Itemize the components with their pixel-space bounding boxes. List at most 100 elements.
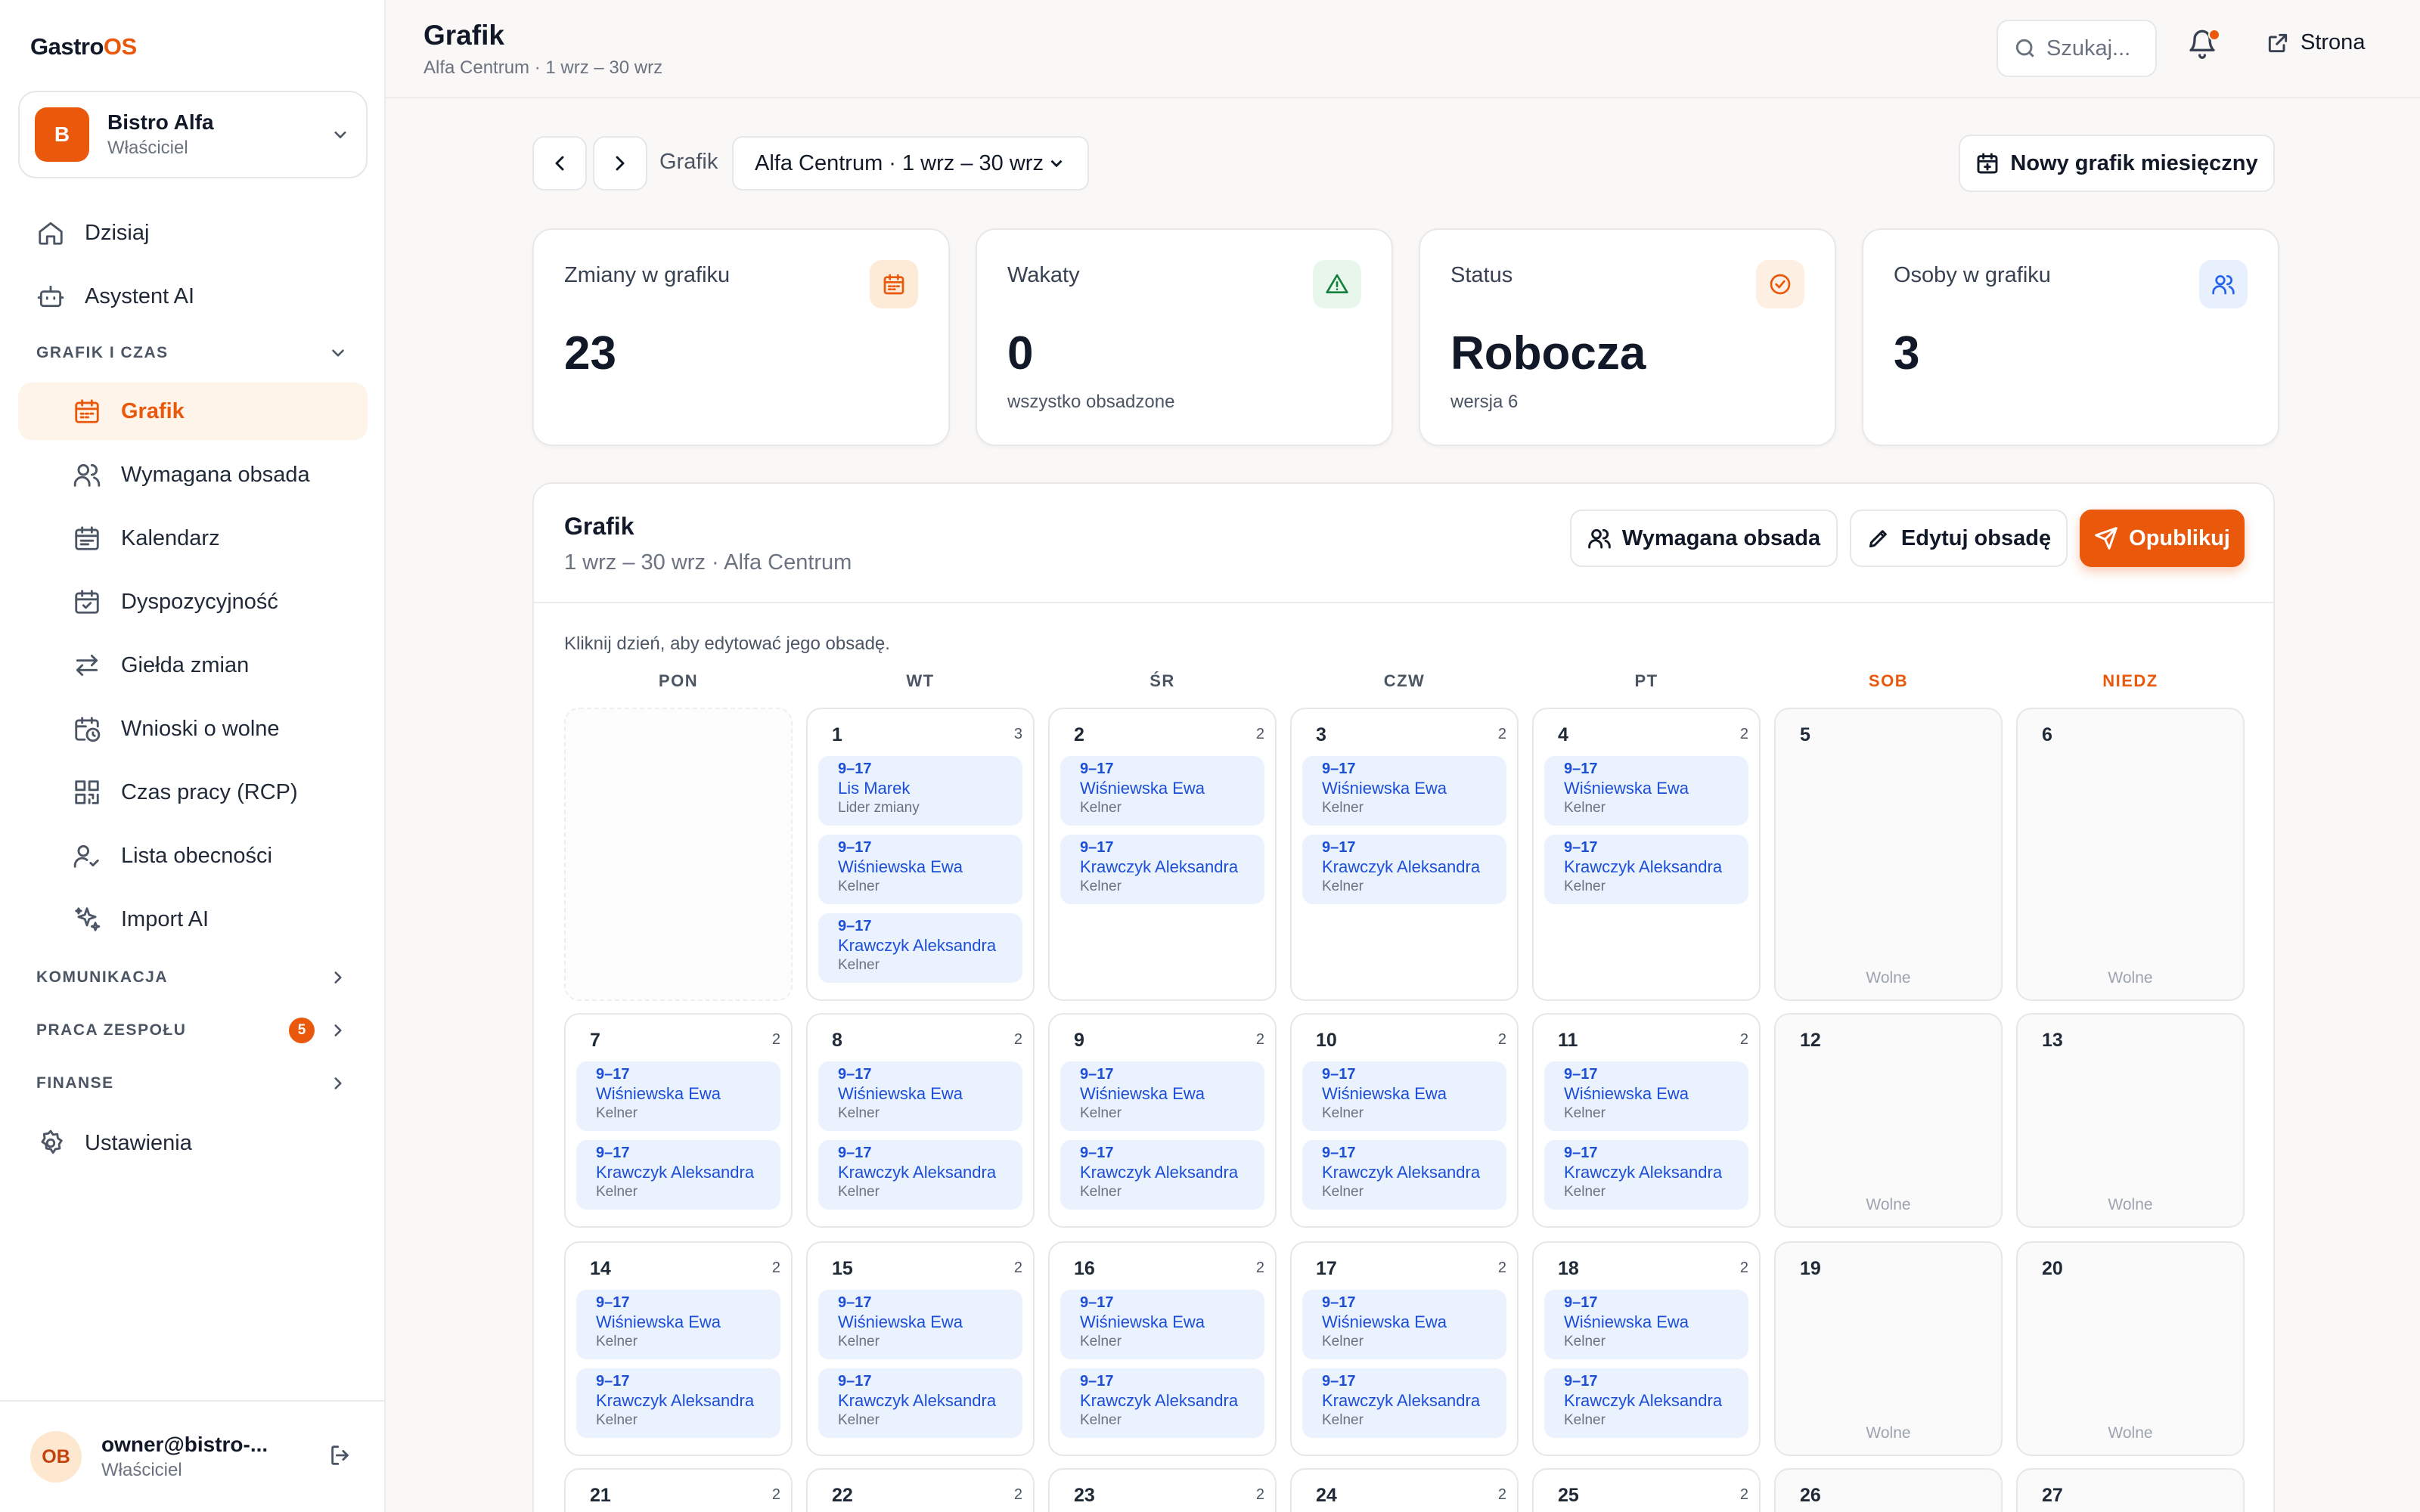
day-cell[interactable]: 24 2 <box>1290 1468 1519 1512</box>
org-switcher[interactable]: B Bistro Alfa Właściciel <box>18 91 368 178</box>
shift-card[interactable]: 9–17 Wiśniewska Ewa Kelner <box>1060 1290 1264 1359</box>
shift-card[interactable]: 9–17 Lis Marek Lider zmiany <box>818 756 1022 826</box>
day-cell[interactable]: 19 Wolne <box>1774 1241 2003 1456</box>
shift-role: Kelner <box>1322 1334 1364 1349</box>
shift-card[interactable]: 9–17 Krawczyk Aleksandra Kelner <box>1544 835 1748 904</box>
shift-card[interactable]: 9–17 Wiśniewska Ewa Kelner <box>1544 1290 1748 1359</box>
nav-item-import-ai[interactable]: Import AI <box>73 891 209 948</box>
day-cell[interactable]: 18 2 9–17 Wiśniewska Ewa Kelner 9–17 Krawczyk … <box>1532 1241 1761 1456</box>
shift-card[interactable]: 9–17 Krawczyk Aleksandra Kelner <box>818 1140 1022 1210</box>
shift-card[interactable]: 9–17 Wiśniewska Ewa Kelner <box>1302 1061 1506 1131</box>
nav-item-ustawienia[interactable]: Ustawienia <box>36 1114 192 1172</box>
new-monthly-schedule-button[interactable]: Nowy grafik miesięczny <box>1959 135 2275 192</box>
day-cell[interactable]: 21 2 <box>564 1468 793 1512</box>
day-cell[interactable]: 1 3 9–17 Lis Marek Lider zmiany 9–17 Wiśniewsk… <box>806 708 1035 1001</box>
shift-card[interactable]: 9–17 Wiśniewska Ewa Kelner <box>1544 1061 1748 1131</box>
day-cell[interactable]: 14 2 9–17 Wiśniewska Ewa Kelner 9–17 Krawczyk … <box>564 1241 793 1456</box>
day-cell[interactable]: 10 2 9–17 Wiśniewska Ewa Kelner 9–17 Krawczyk … <box>1290 1013 1519 1228</box>
shift-card[interactable]: 9–17 Wiśniewska Ewa Kelner <box>1060 1061 1264 1131</box>
nav-item-wymagana-obsada[interactable]: Wymagana obsada <box>73 446 310 503</box>
day-cell[interactable]: 15 2 9–17 Wiśniewska Ewa Kelner 9–17 Krawczyk … <box>806 1241 1035 1456</box>
prev-period-button[interactable] <box>532 136 587 191</box>
day-cell[interactable]: 25 2 <box>1532 1468 1761 1512</box>
shift-card[interactable]: 9–17 Krawczyk Aleksandra Kelner <box>818 913 1022 983</box>
nav-item-gielda-zmian[interactable]: Giełda zmian <box>73 637 249 694</box>
shift-employee: Wiśniewska Ewa <box>1080 779 1205 798</box>
app-logo[interactable]: GastroOS <box>30 33 137 60</box>
day-cell[interactable]: 4 2 9–17 Wiśniewska Ewa Kelner 9–17 Krawczyk A… <box>1532 708 1761 1001</box>
shift-card[interactable]: 9–17 Wiśniewska Ewa Kelner <box>576 1290 780 1359</box>
day-cell[interactable]: 12 Wolne <box>1774 1013 2003 1228</box>
day-cell[interactable]: 8 2 9–17 Wiśniewska Ewa Kelner 9–17 Krawczyk A… <box>806 1013 1035 1228</box>
next-period-button[interactable] <box>593 136 647 191</box>
section-finanse[interactable]: FINANSE <box>36 1074 348 1093</box>
nav-item-kalendarz[interactable]: Kalendarz <box>73 510 220 567</box>
day-cell[interactable]: 7 2 9–17 Wiśniewska Ewa Kelner 9–17 Krawczyk A… <box>564 1013 793 1228</box>
day-cell[interactable]: 23 2 <box>1048 1468 1277 1512</box>
shift-role: Kelner <box>838 1412 880 1428</box>
day-cell[interactable]: 20 Wolne <box>2016 1241 2245 1456</box>
shift-card[interactable]: 9–17 Wiśniewska Ewa Kelner <box>1060 756 1264 826</box>
nav-item-dzisiaj[interactable]: Dzisiaj <box>36 204 149 262</box>
nav-item-grafik[interactable]: Grafik <box>18 383 368 440</box>
day-cell[interactable]: 17 2 9–17 Wiśniewska Ewa Kelner 9–17 Krawczyk … <box>1290 1241 1519 1456</box>
shift-card[interactable]: 9–17 Wiśniewska Ewa Kelner <box>576 1061 780 1131</box>
shift-card[interactable]: 9–17 Krawczyk Aleksandra Kelner <box>576 1140 780 1210</box>
nav-item-lista-obecnosci[interactable]: Lista obecności <box>73 827 272 885</box>
users-icon <box>2212 275 2235 295</box>
publish-button[interactable]: Opublikuj <box>2080 510 2245 567</box>
shift-time: 9–17 <box>1080 1145 1114 1161</box>
shift-card[interactable]: 9–17 Wiśniewska Ewa Kelner <box>818 1061 1022 1131</box>
alert-triangle-icon <box>1326 274 1348 293</box>
user-profile[interactable]: OB owner@bistro-... Właściciel <box>0 1400 384 1512</box>
shift-card[interactable]: 9–17 Wiśniewska Ewa Kelner <box>1302 756 1506 826</box>
day-cell[interactable]: 5 Wolne <box>1774 708 2003 1001</box>
day-cell[interactable]: 13 Wolne <box>2016 1013 2245 1228</box>
shift-card[interactable]: 9–17 Krawczyk Aleksandra Kelner <box>1544 1368 1748 1438</box>
chevron-down-icon <box>334 131 346 139</box>
day-cell[interactable]: 11 2 9–17 Wiśniewska Ewa Kelner 9–17 Krawczyk … <box>1532 1013 1761 1228</box>
day-cell[interactable]: 27 <box>2016 1468 2245 1512</box>
day-cell[interactable]: 16 2 9–17 Wiśniewska Ewa Kelner 9–17 Krawczyk … <box>1048 1241 1277 1456</box>
day-cell[interactable]: 26 <box>1774 1468 2003 1512</box>
section-praca-zespolu[interactable]: PRACA ZESPOŁU 5 <box>36 1018 348 1043</box>
day-cell[interactable]: 22 2 <box>806 1468 1035 1512</box>
shift-time: 9–17 <box>838 1373 872 1390</box>
shift-role: Kelner <box>838 1105 880 1121</box>
schedule-select[interactable]: Alfa Centrum · 1 wrz – 30 wrz <box>732 136 1089 191</box>
shift-card[interactable]: 9–17 Krawczyk Aleksandra Kelner <box>576 1368 780 1438</box>
shift-employee: Krawczyk Aleksandra <box>1322 1163 1481 1182</box>
day-cell[interactable]: 3 2 9–17 Wiśniewska Ewa Kelner 9–17 Krawczyk A… <box>1290 708 1519 1001</box>
nav-item-czas-pracy[interactable]: Czas pracy (RCP) <box>73 764 298 821</box>
section-komunikacja[interactable]: KOMUNIKACJA <box>36 968 348 987</box>
notification-dot <box>2208 29 2220 41</box>
stat-subtext: wersja 6 <box>1450 392 1519 412</box>
required-staffing-button[interactable]: Wymagana obsada <box>1570 510 1838 567</box>
shift-card[interactable]: 9–17 Krawczyk Aleksandra Kelner <box>1060 1368 1264 1438</box>
shift-card[interactable]: 9–17 Krawczyk Aleksandra Kelner <box>1060 835 1264 904</box>
nav-item-wnioski-o-wolne[interactable]: Wnioski o wolne <box>73 700 280 758</box>
shift-card[interactable]: 9–17 Krawczyk Aleksandra Kelner <box>1302 835 1506 904</box>
search-input[interactable]: Szukaj... <box>1996 20 2157 77</box>
nav-item-dyspozycyjnosc[interactable]: Dyspozycyjność <box>73 573 278 631</box>
day-cell[interactable]: 6 Wolne <box>2016 708 2245 1001</box>
day-cell[interactable]: 9 2 9–17 Wiśniewska Ewa Kelner 9–17 Krawczyk A… <box>1048 1013 1277 1228</box>
logout-button[interactable] <box>328 1442 354 1472</box>
shift-employee: Lis Marek <box>838 779 911 798</box>
shift-card[interactable]: 9–17 Wiśniewska Ewa Kelner <box>1302 1290 1506 1359</box>
site-link[interactable]: Strona <box>2266 30 2365 55</box>
shift-card[interactable]: 9–17 Krawczyk Aleksandra Kelner <box>1060 1140 1264 1210</box>
shift-card[interactable]: 9–17 Krawczyk Aleksandra Kelner <box>818 1368 1022 1438</box>
nav-item-asystent-ai[interactable]: Asystent AI <box>36 268 194 325</box>
shift-card[interactable]: 9–17 Wiśniewska Ewa Kelner <box>818 1290 1022 1359</box>
notifications-button[interactable] <box>2187 29 2223 65</box>
day-cell[interactable]: 2 2 9–17 Wiśniewska Ewa Kelner 9–17 Krawczyk A… <box>1048 708 1277 1001</box>
shift-card[interactable]: 9–17 Krawczyk Aleksandra Kelner <box>1544 1140 1748 1210</box>
shift-card[interactable]: 9–17 Krawczyk Aleksandra Kelner <box>1302 1140 1506 1210</box>
edit-staffing-button[interactable]: Edytuj obsadę <box>1850 510 2068 567</box>
shift-card[interactable]: 9–17 Wiśniewska Ewa Kelner <box>818 835 1022 904</box>
shift-card[interactable]: 9–17 Krawczyk Aleksandra Kelner <box>1302 1368 1506 1438</box>
shift-role: Kelner <box>1080 878 1122 894</box>
shift-card[interactable]: 9–17 Wiśniewska Ewa Kelner <box>1544 756 1748 826</box>
section-grafik-i-czas[interactable]: GRAFIK I CZAS <box>36 343 348 363</box>
